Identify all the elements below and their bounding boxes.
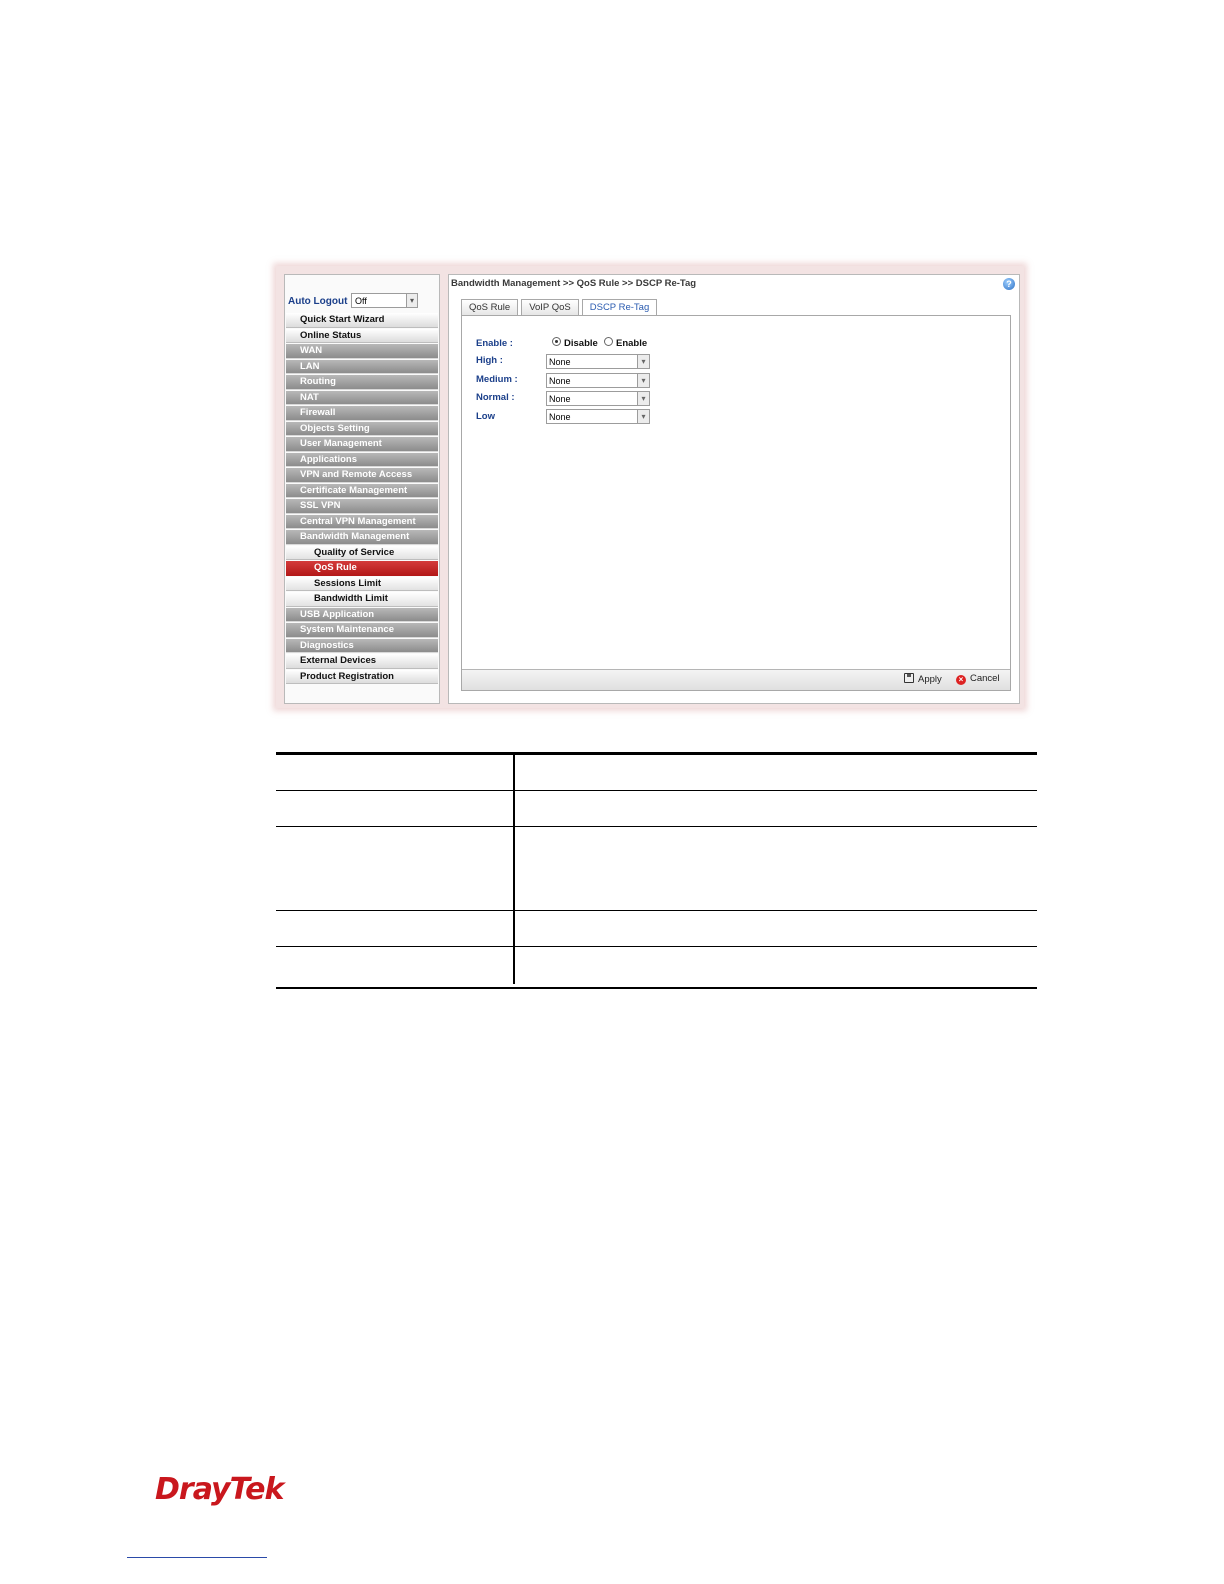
menu-item-ssl-vpn[interactable]: SSL VPN: [286, 499, 438, 514]
menu-item-diagnostics[interactable]: Diagnostics: [286, 638, 438, 653]
menu-item-quality-of-service[interactable]: Quality of Service: [286, 545, 438, 560]
menu-item-vpn-and-remote-access[interactable]: VPN and Remote Access: [286, 468, 438, 483]
low-select[interactable]: None: [546, 409, 638, 424]
menu-item-sessions-limit[interactable]: Sessions Limit: [286, 576, 438, 591]
description-table: [276, 752, 1037, 989]
auto-logout-label: Auto Logout :: [288, 296, 354, 307]
tab-voip-qos[interactable]: VoIP QoS: [521, 299, 579, 315]
disable-radio-label: Disable: [564, 338, 598, 349]
medium-select[interactable]: None: [546, 373, 638, 388]
low-label: Low: [476, 411, 495, 422]
tab-qos-rule[interactable]: QoS Rule: [461, 299, 519, 315]
menu-item-objects-setting[interactable]: Objects Setting: [286, 421, 438, 436]
chevron-down-icon[interactable]: ▾: [637, 373, 650, 388]
high-select[interactable]: None: [546, 354, 638, 369]
enable-row: Enable : Disable Enable: [476, 336, 776, 352]
cancel-label: Cancel: [970, 673, 1000, 684]
menu-item-system-maintenance[interactable]: System Maintenance: [286, 623, 438, 638]
enable-radio[interactable]: [604, 337, 613, 346]
menu-item-wan[interactable]: WAN: [286, 344, 438, 359]
menu-item-central-vpn-management[interactable]: Central VPN Management: [286, 514, 438, 529]
left-menu: Auto Logout : Off ▾ Quick Start Wizard On…: [284, 274, 440, 704]
menu-item-certificate-management[interactable]: Certificate Management: [286, 483, 438, 498]
high-row: High : None ▾: [476, 353, 676, 369]
save-icon: [904, 673, 914, 683]
menu-item-bandwidth-management[interactable]: Bandwidth Management: [286, 530, 438, 545]
apply-button[interactable]: Apply: [904, 673, 942, 685]
router-ui-screenshot: Auto Logout : Off ▾ Quick Start Wizard On…: [276, 266, 1024, 708]
menu-item-bandwidth-limit[interactable]: Bandwidth Limit: [286, 592, 438, 607]
normal-select[interactable]: None: [546, 391, 638, 406]
main-panel: Bandwidth Management >> QoS Rule >> DSCP…: [448, 274, 1020, 704]
menu-item-user-management[interactable]: User Management: [286, 437, 438, 452]
medium-row: Medium : None ▾: [476, 372, 676, 388]
table-row: [276, 790, 1037, 791]
cancel-icon: ×: [956, 675, 966, 685]
table-row: [276, 826, 1037, 827]
auto-logout: Auto Logout : Off ▾: [287, 293, 437, 311]
menu-item-firewall[interactable]: Firewall: [286, 406, 438, 421]
menu-item-lan[interactable]: LAN: [286, 359, 438, 374]
disable-radio[interactable]: [552, 337, 561, 346]
table-row: [276, 946, 1037, 947]
menu-item-external-devices[interactable]: External Devices: [286, 654, 438, 669]
menu-item-routing[interactable]: Routing: [286, 375, 438, 390]
normal-row: Normal : None ▾: [476, 390, 676, 406]
normal-label: Normal :: [476, 392, 515, 403]
enable-label: Enable :: [476, 338, 513, 349]
medium-label: Medium :: [476, 374, 518, 385]
menu-item-quick-start-wizard[interactable]: Quick Start Wizard: [286, 313, 438, 328]
chevron-down-icon[interactable]: ▾: [637, 409, 650, 424]
tab-bar: QoS Rule VoIP QoS DSCP Re-Tag: [461, 299, 660, 316]
table-row: [276, 910, 1037, 911]
menu-item-nat[interactable]: NAT: [286, 390, 438, 405]
dscp-retag-form: Enable : Disable Enable High : None ▾ Me…: [461, 315, 1011, 691]
high-label: High :: [476, 355, 503, 366]
action-bar: Apply × Cancel: [462, 669, 1010, 690]
draytek-logo: DrayTek: [155, 1472, 284, 1507]
cancel-button[interactable]: × Cancel: [956, 673, 1000, 685]
help-icon[interactable]: ?: [1003, 278, 1015, 290]
tab-dscp-retag[interactable]: DSCP Re-Tag: [581, 299, 658, 316]
menu-list: Quick Start Wizard Online Status WAN LAN Rou…: [286, 313, 438, 685]
chevron-down-icon[interactable]: ▾: [637, 391, 650, 406]
apply-label: Apply: [918, 674, 942, 685]
menu-item-online-status[interactable]: Online Status: [286, 328, 438, 343]
menu-item-qos-rule[interactable]: QoS Rule: [286, 561, 438, 576]
footer-link-line: [127, 1557, 267, 1558]
chevron-down-icon[interactable]: ▾: [637, 354, 650, 369]
enable-radio-label: Enable: [616, 338, 648, 349]
low-row: Low None ▾: [476, 409, 676, 425]
menu-item-product-registration[interactable]: Product Registration: [286, 669, 438, 684]
chevron-down-icon[interactable]: ▾: [406, 293, 418, 308]
menu-item-usb-application[interactable]: USB Application: [286, 607, 438, 622]
breadcrumb: Bandwidth Management >> QoS Rule >> DSCP…: [451, 278, 697, 289]
menu-item-applications[interactable]: Applications: [286, 452, 438, 467]
